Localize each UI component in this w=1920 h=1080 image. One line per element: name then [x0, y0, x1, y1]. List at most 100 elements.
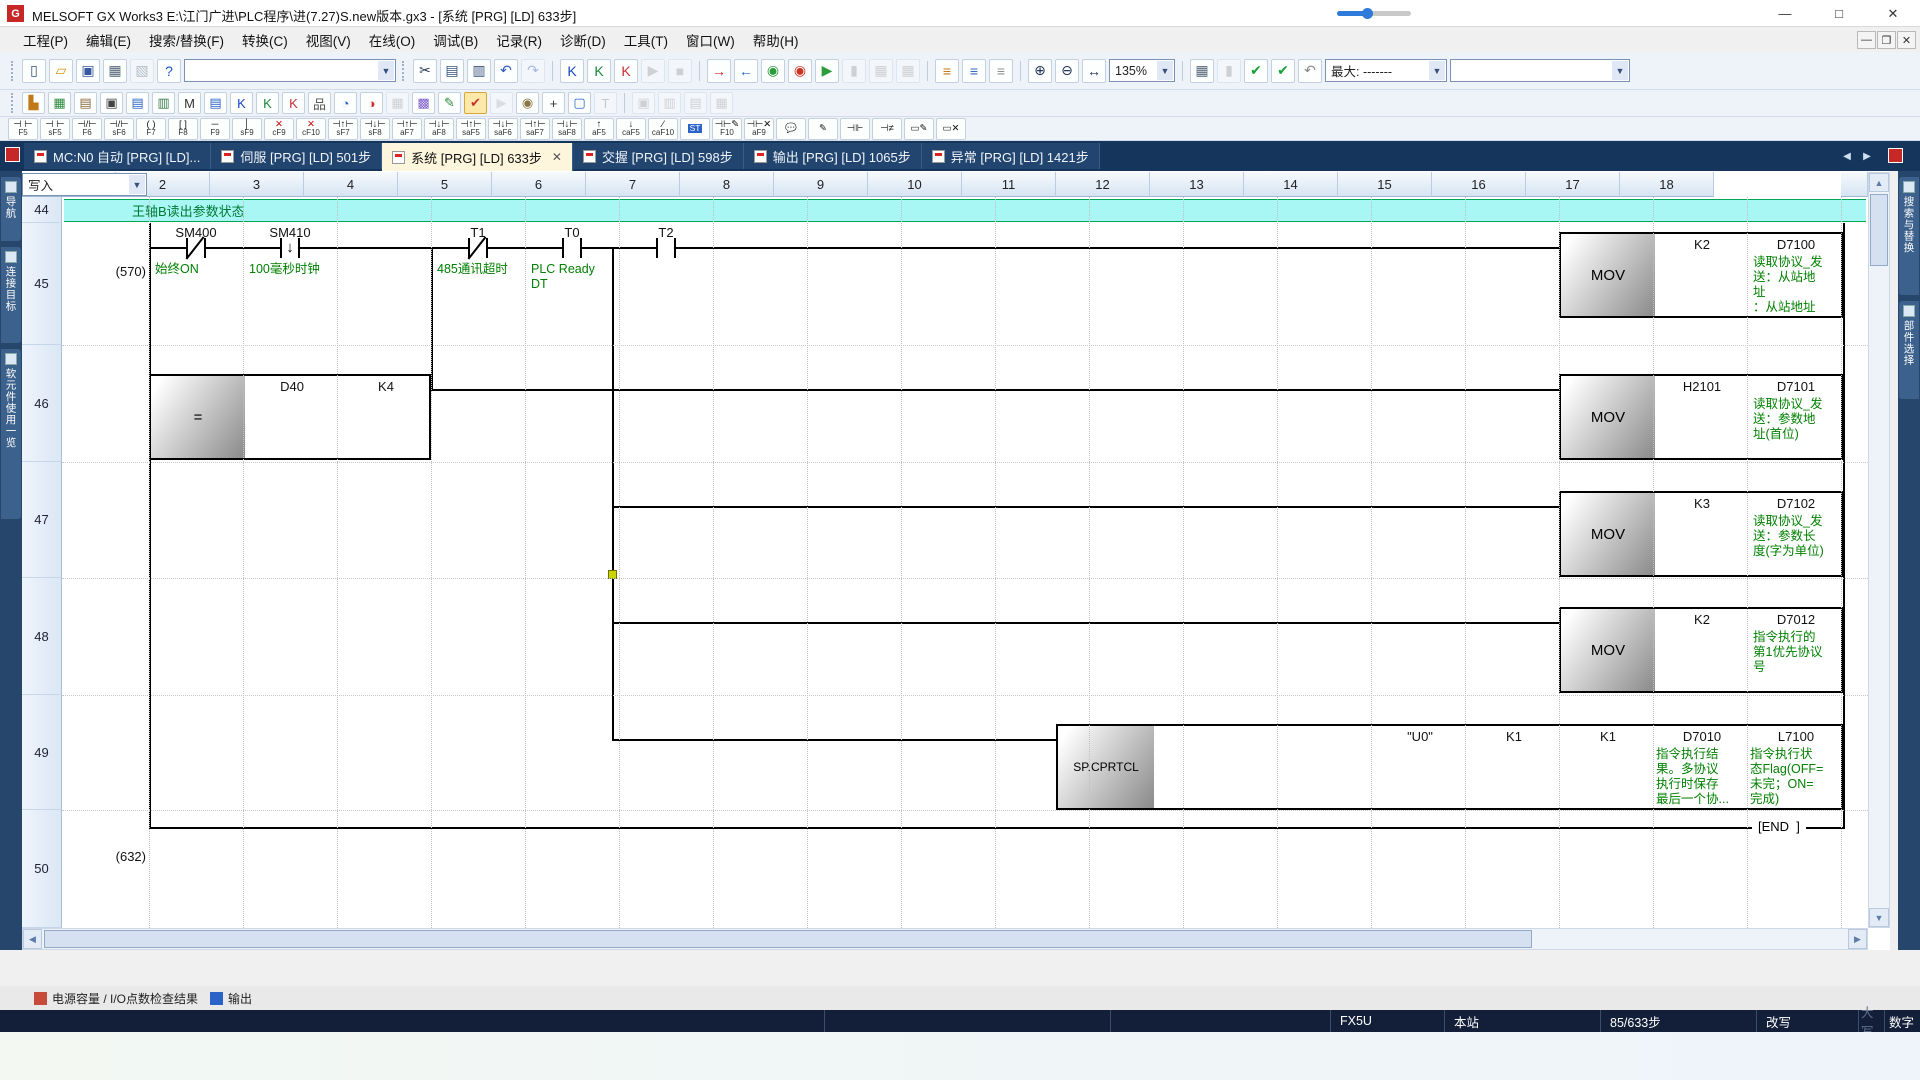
toolbar-icon[interactable]: ▯ — [22, 59, 46, 83]
dock-tab-软元件使用一览[interactable]: 软元件使用一览 — [1, 349, 21, 519]
toolbar-icon[interactable]: ▦ — [48, 92, 71, 114]
document-tab[interactable]: 伺服 [PRG] [LD] 501步 ✕ — [211, 143, 382, 169]
contact-sm410[interactable] — [280, 238, 300, 258]
toolbar-icon[interactable]: ▩ — [412, 92, 435, 114]
toolbar-icon[interactable]: ✔ — [1271, 59, 1295, 83]
toolbar-icon[interactable]: ↷ — [521, 59, 545, 83]
edit-mode-combo[interactable]: 写入▼ — [22, 173, 147, 196]
max-display-combo[interactable]: 最大: -------▼ — [1325, 59, 1447, 82]
toolbar-icon[interactable]: ✔ — [464, 92, 487, 114]
toolbar-icon[interactable]: 品 — [308, 92, 331, 114]
instruction-mov[interactable]: MOV K2 D7100 读取协议_发 送：从站地 址 ：从站地址 — [1559, 232, 1843, 318]
toolbar-icon[interactable]: ✂ — [413, 59, 437, 83]
menu-item[interactable]: 帮助(H) — [744, 27, 808, 53]
menu-item[interactable]: 编辑(E) — [77, 27, 140, 53]
mdi-restore-button[interactable]: ❐ — [1877, 31, 1896, 49]
close-button[interactable]: ✕ — [1866, 0, 1920, 27]
toolbar-grip[interactable] — [11, 61, 16, 81]
toolbar-icon[interactable]: ▱ — [49, 59, 73, 83]
ladder-symbol-button[interactable]: ▭✕ — [936, 118, 966, 140]
contact-t2[interactable] — [656, 238, 676, 258]
ladder-symbol-button[interactable]: ⊣↓⊢ saF8 — [552, 118, 582, 140]
tab-scroll-left-icon[interactable]: ◀ — [1838, 147, 1856, 165]
menu-item[interactable]: 窗口(W) — [677, 27, 744, 53]
chevron-down-icon[interactable]: ▼ — [1612, 61, 1628, 80]
toolbar-icon[interactable]: ✎ — [438, 92, 461, 114]
document-tab[interactable]: 系统 [PRG] [LD] 633步 ✕ — [382, 143, 573, 171]
toolbar-icon[interactable]: ▥ — [152, 92, 175, 114]
toolbar-icon[interactable]: ▶ — [815, 59, 839, 83]
menu-item[interactable]: 记录(R) — [487, 27, 551, 53]
ladder-symbol-button[interactable]: ⊣↑⊢ saF5 — [456, 118, 486, 140]
toolbar-icon[interactable]: ▥ — [467, 59, 491, 83]
ladder-symbol-button[interactable]: 💬 — [776, 118, 806, 140]
menu-item[interactable]: 在线(O) — [360, 27, 425, 53]
ladder-symbol-button[interactable]: ⊣⊩ — [840, 118, 870, 140]
mdi-close-button[interactable]: ✕ — [1897, 31, 1916, 49]
toolbar-icon[interactable]: ▢ — [568, 92, 591, 114]
ladder-symbol-button[interactable]: ST — [680, 118, 710, 140]
toolbar-icon[interactable]: M — [178, 92, 201, 114]
toolbar-icon[interactable]: ▣ — [632, 92, 655, 114]
horizontal-scroll-thumb[interactable] — [44, 930, 1532, 948]
toolbar-icon[interactable]: ▤ — [126, 92, 149, 114]
menu-item[interactable]: 转换(C) — [233, 27, 297, 53]
docked-tab[interactable]: 电源容量 / I/O点数检查结果 — [34, 990, 198, 1007]
toolbar-icon[interactable]: ⊖ — [1055, 59, 1079, 83]
toolbar-icon[interactable]: ◑ — [360, 92, 383, 114]
contact-sm400[interactable] — [186, 238, 206, 258]
statement-row[interactable]: 王轴B读出参数状态 — [64, 199, 1866, 222]
dock-tab-部件选择[interactable]: 部件选择 — [1899, 301, 1919, 399]
toolbar-icon[interactable]: ▤ — [684, 92, 707, 114]
menu-item[interactable]: 工程(P) — [14, 27, 77, 53]
toolbar-icon[interactable]: ▤ — [440, 59, 464, 83]
filter-combo[interactable]: ▼ — [1450, 59, 1630, 82]
toolbar-icon[interactable]: ← — [734, 59, 758, 83]
instruction-mov[interactable]: MOV H2101 D7101 读取协议_发 送：参数地 址(首位) — [1559, 374, 1843, 460]
ladder-symbol-button[interactable]: ( ) F7 — [136, 118, 166, 140]
instruction-mov[interactable]: MOV K3 D7102 读取协议_发 送：参数长 度(字为单位) — [1559, 491, 1843, 577]
chevron-down-icon[interactable]: ▼ — [129, 175, 145, 194]
scroll-up-icon[interactable]: ▲ — [1869, 173, 1889, 192]
ladder-symbol-button[interactable]: ✕ cF10 — [296, 118, 326, 140]
ladder-symbol-button[interactable]: ⊣↓⊢ aF8 — [424, 118, 454, 140]
menu-item[interactable]: 诊断(D) — [551, 27, 615, 53]
toolbar-icon[interactable]: T — [594, 92, 617, 114]
dock-tab-搜索与替换[interactable]: 搜索与替换 — [1899, 177, 1919, 295]
toolbar-icon[interactable]: ⊕ — [1028, 59, 1052, 83]
toolbar-icon[interactable]: ▧ — [130, 59, 154, 83]
ladder-symbol-button[interactable]: ↑ aF5 — [584, 118, 614, 140]
toolbar-icon[interactable]: ↶ — [1298, 59, 1322, 83]
scroll-down-icon[interactable]: ▼ — [1869, 908, 1889, 927]
ladder-symbol-button[interactable]: ▭✎ — [904, 118, 934, 140]
instruction-sp-cprtcl[interactable]: SP.CPRTCL "U0" K1 K1 D7010 L7100 指令执行结 果… — [1056, 724, 1843, 810]
toolbar-icon[interactable]: K — [230, 92, 253, 114]
tab-close-icon[interactable]: ✕ — [552, 150, 562, 164]
contact-t0[interactable] — [562, 238, 582, 258]
chevron-down-icon[interactable]: ▼ — [378, 61, 394, 80]
toolbar-icon[interactable]: ▦ — [710, 92, 733, 114]
zoom-combo[interactable]: 135%▼ — [1109, 59, 1175, 82]
ladder-symbol-button[interactable]: ⊣/⊢ sF6 — [104, 118, 134, 140]
instruction-mov[interactable]: MOV K2 D7012 指令执行的 第1优先协议 号 — [1559, 607, 1843, 693]
ladder-symbol-button[interactable]: ⊣ ⊢ sF5 — [40, 118, 70, 140]
scroll-left-icon[interactable]: ◀ — [23, 929, 42, 949]
chevron-down-icon[interactable]: ▼ — [1429, 61, 1445, 80]
toolbar-icon[interactable]: ≡ — [989, 59, 1013, 83]
toolbar-icon[interactable]: ◉ — [788, 59, 812, 83]
dock-tab-连接目标[interactable]: 连接目标 — [1, 247, 21, 343]
instruction-compare[interactable]: = D40 K4 — [149, 374, 431, 460]
window-list-icon[interactable] — [1888, 148, 1903, 163]
toolbar-icon[interactable]: ▶ — [490, 92, 513, 114]
ladder-symbol-button[interactable]: ⊣↑⊢ saF7 — [520, 118, 550, 140]
mdi-minimize-button[interactable]: — — [1857, 31, 1876, 49]
toolbar-icon[interactable]: ▮ — [1217, 59, 1241, 83]
toolbar-icon[interactable]: ◔ — [334, 92, 357, 114]
docked-tab[interactable]: 输出 — [210, 990, 252, 1007]
ladder-symbol-button[interactable]: ⊣⊢✕ aF9 — [744, 118, 774, 140]
toolbar-icon[interactable]: K — [256, 92, 279, 114]
toolbar-icon[interactable]: ▦ — [1190, 59, 1214, 83]
scroll-right-icon[interactable]: ▶ — [1848, 929, 1867, 949]
tab-scroll-right-icon[interactable]: ▶ — [1858, 147, 1876, 165]
menu-item[interactable]: 视图(V) — [297, 27, 360, 53]
